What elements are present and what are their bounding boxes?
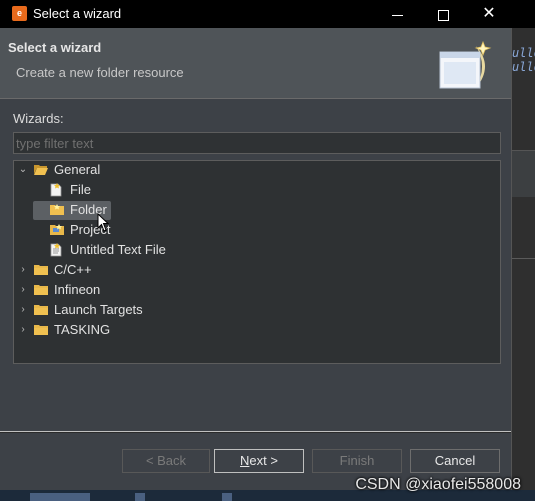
tree-node-label: TASKING (54, 322, 111, 337)
background-ide-panel (512, 0, 535, 501)
watermark-text: CSDN @xiaofei558008 (355, 476, 521, 493)
project-icon (50, 224, 64, 235)
taskbar-item[interactable] (135, 493, 145, 501)
back-button[interactable]: < Back (122, 449, 210, 473)
folder-icon (34, 285, 48, 295)
background-editor-tab (512, 150, 535, 197)
filter-input[interactable] (13, 132, 501, 154)
taskbar-item[interactable] (222, 493, 232, 501)
tree-node-label: Infineon (54, 282, 101, 297)
new-wizard-dialog: e Select a wizard ✕ Select a wizard Crea… (0, 0, 535, 490)
header-description: Create a new folder resource (16, 65, 184, 80)
next-button[interactable]: Next > (214, 449, 304, 473)
tree-node-label: Untitled Text File (70, 242, 166, 257)
folder-icon (50, 204, 64, 215)
cancel-button[interactable]: Cancel (410, 449, 500, 473)
tree-node-tasking[interactable]: › TASKING (18, 320, 498, 340)
chevron-down-icon[interactable]: ⌄ (18, 160, 28, 180)
window-title: Select a wizard (33, 6, 122, 21)
wizard-header: Select a wizard Create a new folder reso… (0, 28, 511, 99)
maximize-button[interactable] (421, 0, 465, 28)
taskbar-item[interactable] (30, 493, 90, 501)
tree-node-general[interactable]: ⌄ General (18, 160, 498, 180)
folder-open-icon (34, 165, 48, 175)
tree-node-label: C/C++ (54, 262, 92, 277)
file-icon (50, 183, 62, 197)
tree-node-file[interactable]: File (34, 180, 498, 200)
background-divider (512, 258, 535, 259)
maximize-icon (437, 9, 449, 21)
chevron-right-icon[interactable]: › (18, 280, 28, 300)
eclipse-app-icon: e (12, 6, 27, 21)
close-button[interactable]: ✕ (467, 0, 511, 28)
button-bar-divider-shadow (0, 432, 511, 433)
folder-icon (34, 325, 48, 335)
background-code-line: ullo (512, 60, 535, 74)
tree-node-untitled-text-file[interactable]: Untitled Text File (34, 240, 498, 260)
close-icon: ✕ (482, 5, 496, 22)
mouse-cursor-icon (97, 213, 110, 232)
finish-button[interactable]: Finish (312, 449, 402, 473)
background-code-line: ullo (512, 46, 535, 60)
header-title: Select a wizard (8, 40, 102, 55)
folder-icon (34, 305, 48, 315)
wizards-label: Wizards: (13, 111, 64, 126)
tree-node-launch-targets[interactable]: › Launch Targets (18, 300, 498, 320)
chevron-right-icon[interactable]: › (18, 260, 28, 280)
next-button-label: ext > (249, 453, 278, 468)
tree-node-label: General (54, 162, 101, 177)
next-button-mnemonic: N (240, 453, 250, 468)
tree-node-c-cpp[interactable]: › C/C++ (18, 260, 498, 280)
minimize-icon (391, 14, 403, 16)
tree-node-label: File (70, 182, 91, 197)
title-bar[interactable]: e Select a wizard ✕ (0, 0, 535, 28)
folder-icon (34, 265, 48, 275)
tree-node-infineon[interactable]: › Infineon (18, 280, 498, 300)
chevron-right-icon[interactable]: › (18, 300, 28, 320)
text-file-icon (50, 243, 62, 257)
tree-node-label: Launch Targets (54, 302, 143, 317)
chevron-right-icon[interactable]: › (18, 320, 28, 340)
new-wizard-banner-icon (439, 40, 492, 89)
minimize-button[interactable] (375, 0, 419, 28)
